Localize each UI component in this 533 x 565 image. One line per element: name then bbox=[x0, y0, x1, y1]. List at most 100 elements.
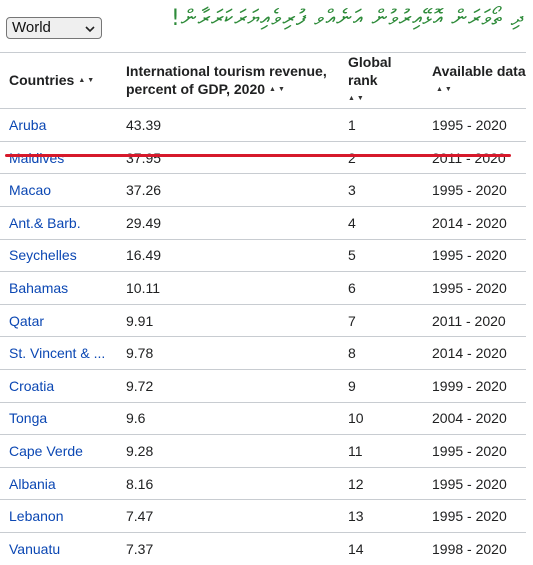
table-header-row: Countries ▲▼ International tourism revenu… bbox=[0, 51, 526, 109]
header-available-data[interactable]: Available data▲▼ bbox=[423, 51, 526, 109]
country-cell: Lebanon bbox=[0, 499, 117, 533]
country-cell: Vanuatu bbox=[0, 532, 117, 565]
header-revenue[interactable]: International tourism revenue, percent o… bbox=[117, 51, 339, 109]
region-select-value: World bbox=[12, 19, 51, 36]
country-link[interactable]: Qatar bbox=[9, 313, 44, 329]
table-row: Ant.& Barb. 29.49 4 2014 - 2020 bbox=[0, 206, 526, 240]
highlight-underline bbox=[5, 154, 511, 157]
country-cell: Bahamas bbox=[0, 271, 117, 305]
available-data-cell: 1998 - 2020 bbox=[423, 532, 526, 565]
country-cell: Ant.& Barb. bbox=[0, 206, 117, 240]
available-data-cell: 1995 - 2020 bbox=[423, 238, 526, 272]
sort-arrows-icon[interactable]: ▲▼ bbox=[78, 72, 96, 90]
top-bar: World ދި ތޯވަރަން އޮޅޭއިރުވުން އަނެއްވ ފ… bbox=[0, 0, 533, 48]
revenue-cell: 10.11 bbox=[117, 271, 339, 305]
region-select[interactable]: World bbox=[6, 17, 102, 39]
available-data-cell: 1995 - 2020 bbox=[423, 173, 526, 207]
sort-arrows-icon[interactable]: ▲▼ bbox=[269, 81, 287, 99]
country-link[interactable]: Ant.& Barb. bbox=[9, 215, 81, 231]
rank-cell: 1 bbox=[339, 108, 423, 142]
country-link[interactable]: Seychelles bbox=[9, 247, 77, 263]
sort-arrows-icon[interactable]: ▲▼ bbox=[348, 90, 366, 108]
revenue-cell: 37.95 bbox=[117, 140, 339, 174]
available-data-cell: 1995 - 2020 bbox=[423, 499, 526, 533]
country-link[interactable]: Croatia bbox=[9, 378, 54, 394]
available-data-cell: 2004 - 2020 bbox=[423, 401, 526, 435]
country-link[interactable]: Aruba bbox=[9, 117, 46, 133]
revenue-cell: 37.26 bbox=[117, 173, 339, 207]
available-data-cell: 1995 - 2020 bbox=[423, 108, 526, 142]
country-cell: Macao bbox=[0, 173, 117, 207]
revenue-cell: 9.6 bbox=[117, 401, 339, 435]
table-row: Qatar 9.91 7 2011 - 2020 bbox=[0, 303, 526, 337]
available-data-cell: 1995 - 2020 bbox=[423, 271, 526, 305]
rank-cell: 10 bbox=[339, 401, 423, 435]
table-row: Bahamas 10.11 6 1995 - 2020 bbox=[0, 271, 526, 305]
rank-cell: 7 bbox=[339, 303, 423, 337]
table-row: Croatia 9.72 9 1999 - 2020 bbox=[0, 369, 526, 403]
revenue-cell: 7.37 bbox=[117, 532, 339, 565]
revenue-cell: 43.39 bbox=[117, 108, 339, 142]
available-data-cell: 2014 - 2020 bbox=[423, 336, 526, 370]
table-row: Tonga 9.6 10 2004 - 2020 bbox=[0, 401, 526, 435]
rank-cell: 12 bbox=[339, 466, 423, 500]
country-link[interactable]: Cape Verde bbox=[9, 443, 83, 459]
rank-cell: 8 bbox=[339, 336, 423, 370]
country-cell: Croatia bbox=[0, 369, 117, 403]
revenue-cell: 9.91 bbox=[117, 303, 339, 337]
table-row: Macao 37.26 3 1995 - 2020 bbox=[0, 173, 526, 207]
country-cell: St. Vincent & ... bbox=[0, 336, 117, 370]
rank-cell: 13 bbox=[339, 499, 423, 533]
tourism-revenue-table: Countries ▲▼ International tourism revenu… bbox=[0, 51, 526, 565]
chevron-down-icon bbox=[85, 26, 95, 33]
table-row: Maldives 37.95 2 2011 - 2020 bbox=[0, 140, 526, 174]
table-row: Aruba 43.39 1 1995 - 2020 bbox=[0, 108, 526, 142]
table-row: Albania 8.16 12 1995 - 2020 bbox=[0, 466, 526, 500]
table-row: Lebanon 7.47 13 1995 - 2020 bbox=[0, 499, 526, 533]
available-data-cell: 1995 - 2020 bbox=[423, 434, 526, 468]
rank-cell: 5 bbox=[339, 238, 423, 272]
revenue-cell: 7.47 bbox=[117, 499, 339, 533]
country-link[interactable]: Lebanon bbox=[9, 508, 64, 524]
rank-cell: 9 bbox=[339, 369, 423, 403]
available-data-cell: 1999 - 2020 bbox=[423, 369, 526, 403]
available-data-cell: 2014 - 2020 bbox=[423, 206, 526, 240]
country-cell: Cape Verde bbox=[0, 434, 117, 468]
rank-cell: 4 bbox=[339, 206, 423, 240]
dhivehi-banner-text: ދި ތޯވަރަން އޮޅޭއިރުވުން އަނެއްވ ފުރިވެއ… bbox=[170, 6, 525, 31]
country-cell: Seychelles bbox=[0, 238, 117, 272]
table-row: St. Vincent & ... 9.78 8 2014 - 2020 bbox=[0, 336, 526, 370]
available-data-cell: 2011 - 2020 bbox=[423, 140, 526, 174]
revenue-cell: 9.28 bbox=[117, 434, 339, 468]
available-data-cell: 1995 - 2020 bbox=[423, 466, 526, 500]
available-data-cell: 2011 - 2020 bbox=[423, 303, 526, 337]
revenue-cell: 29.49 bbox=[117, 206, 339, 240]
revenue-cell: 9.78 bbox=[117, 336, 339, 370]
header-global-rank[interactable]: Global rank ▲▼ bbox=[339, 51, 423, 109]
rank-cell: 6 bbox=[339, 271, 423, 305]
header-countries[interactable]: Countries ▲▼ bbox=[0, 51, 117, 109]
country-cell: Albania bbox=[0, 466, 117, 500]
rank-cell: 11 bbox=[339, 434, 423, 468]
country-cell: Tonga bbox=[0, 401, 117, 435]
country-link[interactable]: Bahamas bbox=[9, 280, 68, 296]
country-cell: Aruba bbox=[0, 108, 117, 142]
revenue-cell: 16.49 bbox=[117, 238, 339, 272]
table-row: Vanuatu 7.37 14 1998 - 2020 bbox=[0, 532, 526, 565]
table-row: Seychelles 16.49 5 1995 - 2020 bbox=[0, 238, 526, 272]
rank-cell: 3 bbox=[339, 173, 423, 207]
country-link[interactable]: Macao bbox=[9, 182, 51, 198]
sort-arrows-icon[interactable]: ▲▼ bbox=[436, 81, 454, 99]
rank-cell: 14 bbox=[339, 532, 423, 565]
country-cell: Maldives bbox=[0, 140, 117, 174]
rank-cell: 2 bbox=[339, 140, 423, 174]
country-link[interactable]: St. Vincent & ... bbox=[9, 345, 105, 361]
country-cell: Qatar bbox=[0, 303, 117, 337]
country-link[interactable]: Vanuatu bbox=[9, 541, 60, 557]
country-link[interactable]: Maldives bbox=[9, 150, 64, 166]
revenue-cell: 8.16 bbox=[117, 466, 339, 500]
country-link[interactable]: Tonga bbox=[9, 410, 47, 426]
country-link[interactable]: Albania bbox=[9, 476, 56, 492]
table-row: Cape Verde 9.28 11 1995 - 2020 bbox=[0, 434, 526, 468]
revenue-cell: 9.72 bbox=[117, 369, 339, 403]
